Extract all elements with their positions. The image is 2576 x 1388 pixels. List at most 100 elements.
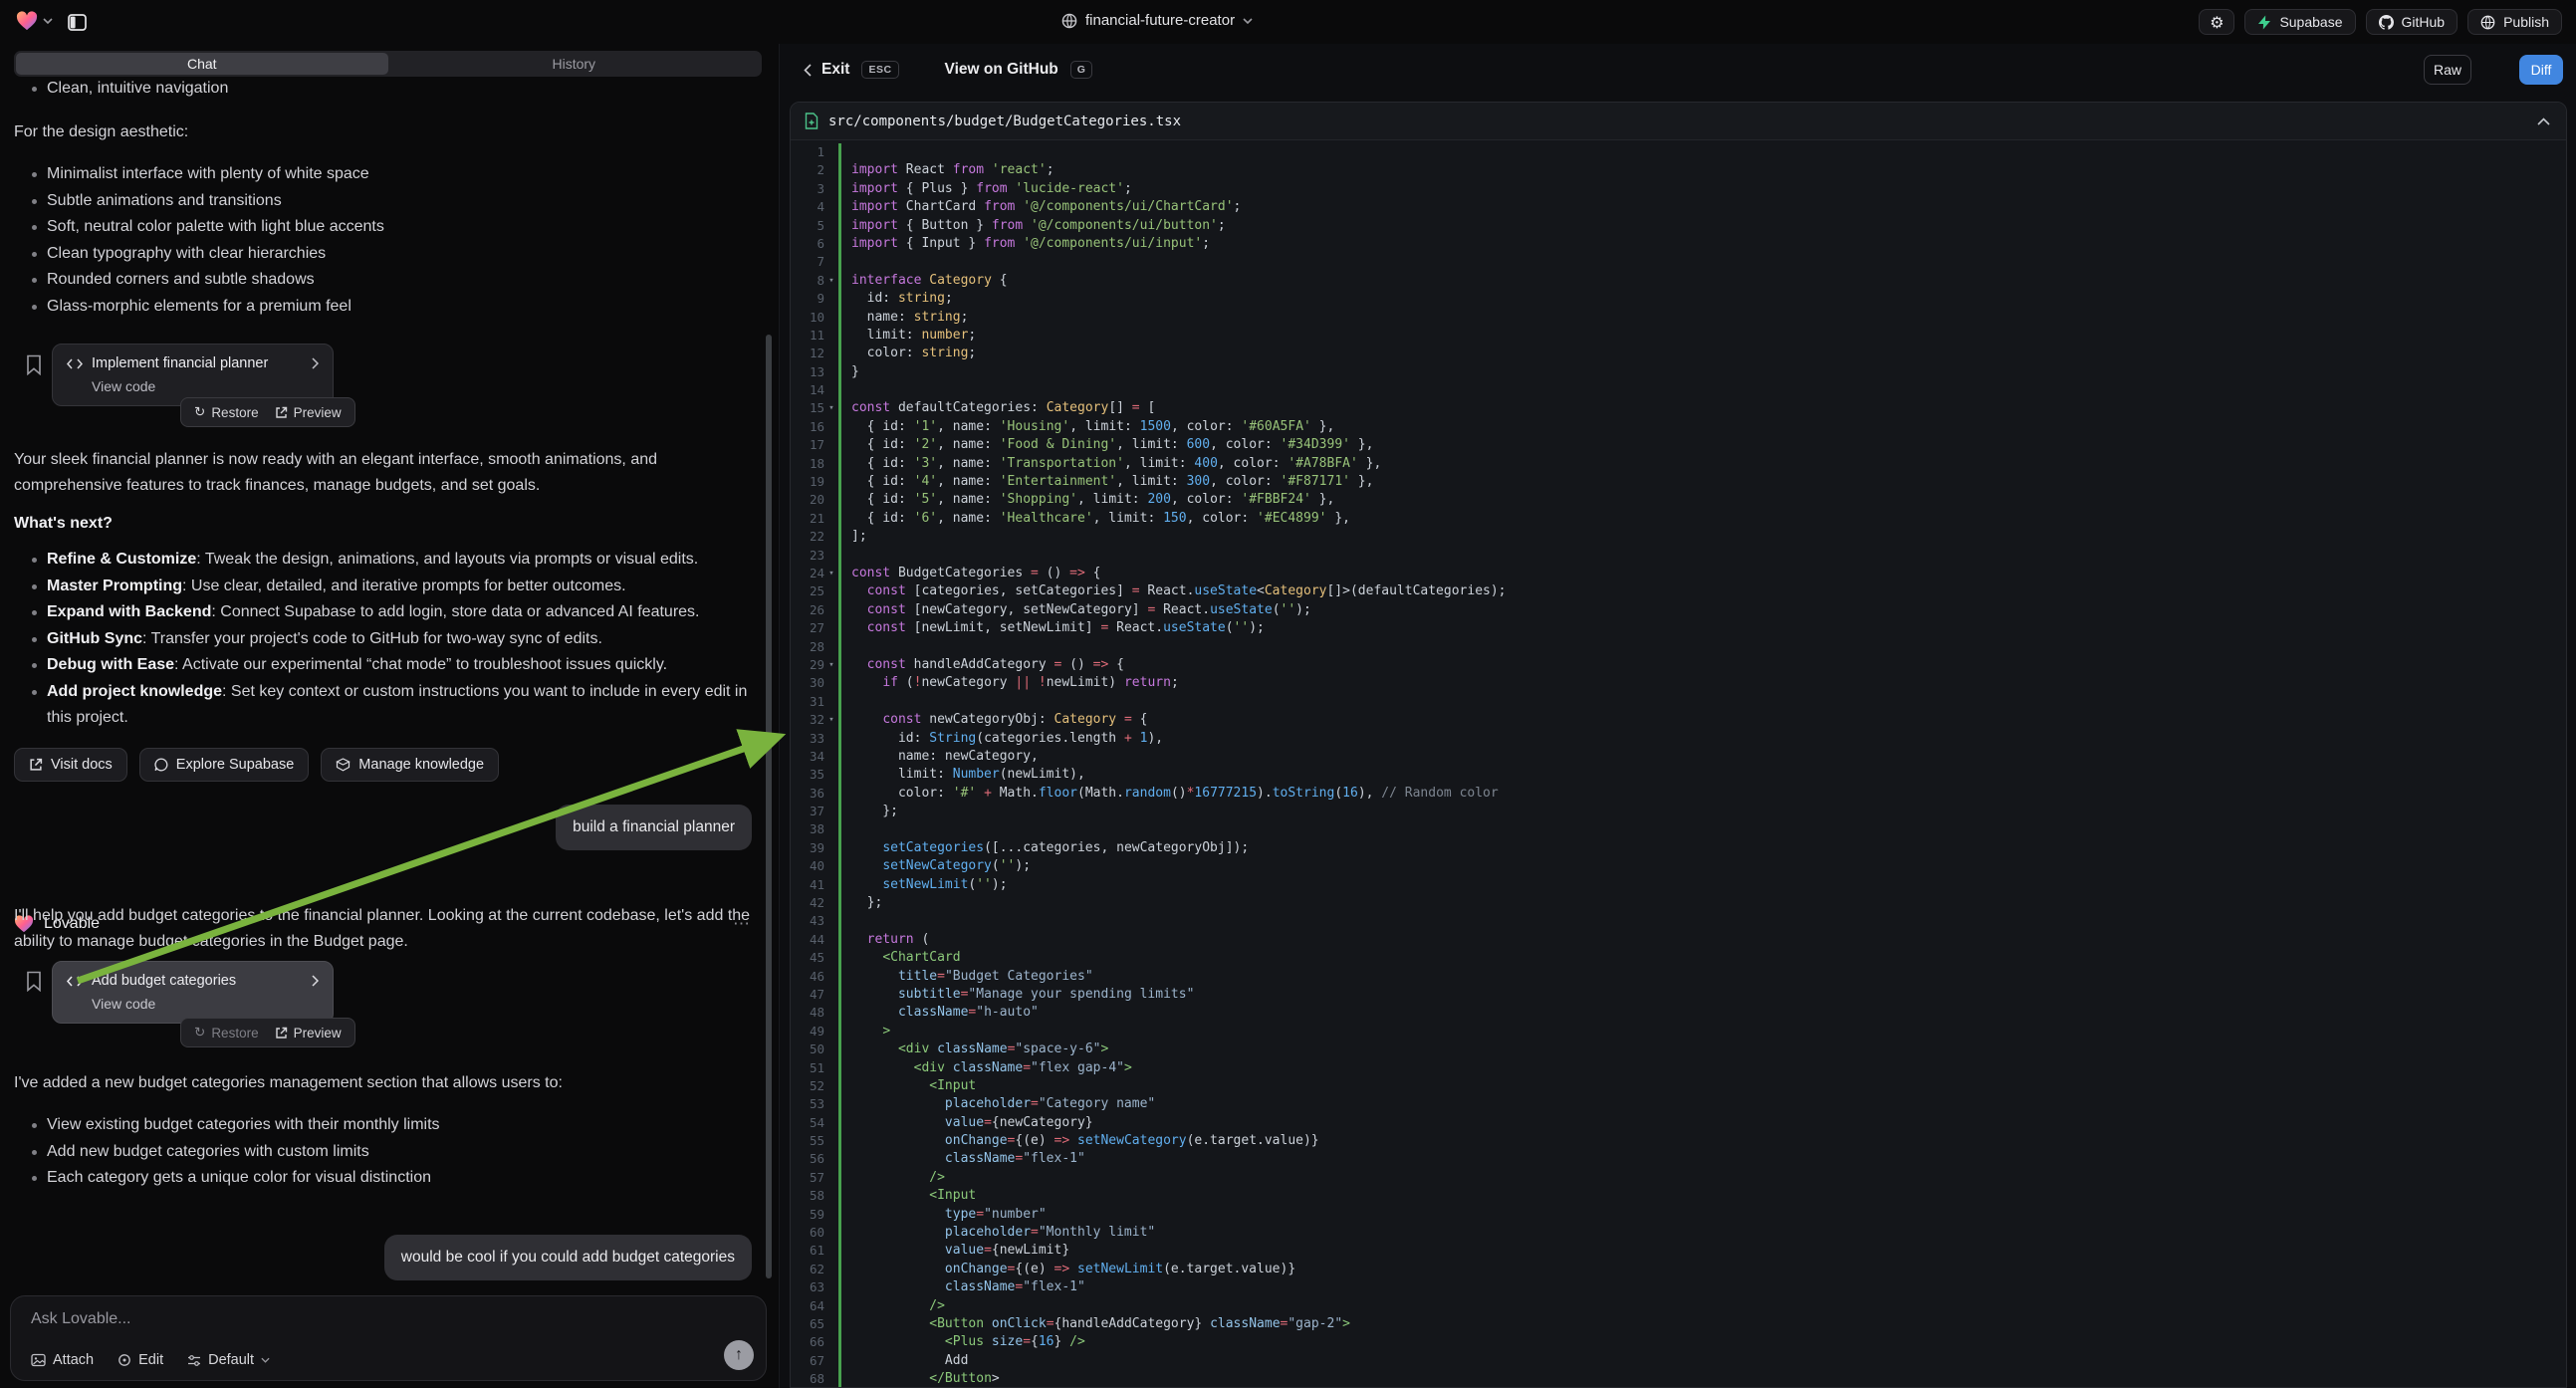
line-number: 32 — [791, 711, 824, 729]
code-text: import { Button } from '@/components/ui/… — [841, 217, 1226, 235]
composer-input[interactable]: Ask Lovable... — [31, 1310, 131, 1328]
code-line: 9 id: string; — [791, 290, 2566, 308]
code-text: subtitle="Manage your spending limits" — [841, 986, 1194, 1004]
tab-chat[interactable]: Chat — [16, 53, 388, 75]
bookmark-icon[interactable] — [26, 971, 42, 992]
fold-spacer — [824, 528, 838, 546]
line-number: 18 — [791, 455, 824, 473]
restore-button[interactable]: ↻ Restore — [194, 404, 259, 420]
fold-toggle-icon[interactable]: ▾ — [824, 656, 838, 674]
list-item: GitHub Sync: Transfer your project's cod… — [14, 626, 749, 653]
fold-spacer — [824, 1095, 838, 1113]
fold-spacer — [824, 473, 838, 491]
tab-history[interactable]: History — [388, 53, 761, 75]
github-button[interactable]: GitHub — [2366, 9, 2459, 35]
version-card-add-budget-categories[interactable]: Add budget categories View code — [52, 961, 334, 1024]
fold-toggle-icon[interactable]: ▾ — [824, 272, 838, 290]
code-text: color: '#' + Math.floor(Math.random()*16… — [841, 785, 1499, 803]
bookmark-icon[interactable] — [26, 354, 42, 375]
fold-toggle-icon[interactable]: ▾ — [824, 711, 838, 729]
raw-toggle-button[interactable]: Raw — [2424, 55, 2471, 85]
version-card-title: Add budget categories — [92, 973, 236, 989]
fold-toggle-icon[interactable]: ▾ — [824, 565, 838, 582]
publish-button[interactable]: Publish — [2467, 9, 2562, 35]
exit-button[interactable]: Exit — [821, 61, 849, 79]
code-text: setCategories([...categories, newCategor… — [841, 839, 1249, 857]
chat-bubble-icon — [154, 758, 168, 772]
line-number: 2 — [791, 161, 824, 179]
mode-select[interactable]: Default — [187, 1352, 270, 1368]
fold-spacer — [824, 455, 838, 473]
code-line: 18 { id: '3', name: 'Transportation', li… — [791, 455, 2566, 473]
line-number: 41 — [791, 876, 824, 894]
restore-button[interactable]: ↻ Restore — [194, 1025, 259, 1041]
list-item: Rounded corners and subtle shadows — [14, 267, 749, 294]
code-text: const handleAddCategory = () => { — [841, 656, 1124, 674]
project-name: financial-future-creator — [1085, 12, 1235, 29]
code-icon — [67, 976, 83, 987]
code-line: 12 color: string; — [791, 345, 2566, 362]
code-text: const BudgetCategories = () => { — [841, 565, 1100, 582]
list-item: Master Prompting: Use clear, detailed, a… — [14, 574, 749, 600]
code-editor: 12import React from 'react';3import { Pl… — [791, 140, 2566, 1388]
supabase-button[interactable]: Supabase — [2244, 9, 2355, 35]
fold-spacer — [824, 894, 838, 912]
lovable-logo-menu[interactable] — [16, 11, 53, 31]
preview-button[interactable]: Preview — [275, 405, 342, 420]
code-line: 53 placeholder="Category name" — [791, 1095, 2566, 1113]
line-number: 55 — [791, 1132, 824, 1150]
code-line: 52 <Input — [791, 1077, 2566, 1095]
code-line: 28 — [791, 638, 2566, 656]
code-text — [841, 693, 851, 711]
whats-next-heading: What's next? — [14, 515, 113, 533]
view-code-link[interactable]: View code — [92, 378, 319, 394]
project-switcher[interactable]: financial-future-creator — [1061, 12, 1253, 29]
code-line: 1 — [791, 143, 2566, 161]
file-path-bar[interactable]: src/components/budget/BudgetCategories.t… — [791, 103, 2566, 140]
whats-next-bullets: Refine & Customize: Tweak the design, an… — [14, 547, 749, 732]
code-text: } — [841, 363, 859, 381]
send-button[interactable]: ↑ — [724, 1340, 754, 1370]
code-text: > — [841, 1023, 890, 1041]
code-text: }; — [841, 803, 898, 820]
code-text: Add — [841, 1352, 968, 1370]
toggle-sidebar-button[interactable] — [62, 8, 92, 36]
code-text: <Input — [841, 1077, 976, 1095]
chat-scrollbar[interactable] — [766, 335, 772, 1278]
code-text — [841, 912, 851, 930]
view-on-github-button[interactable]: View on GitHub — [945, 61, 1058, 79]
code-line: 55 onChange={(e) => setNewCategory(e.tar… — [791, 1132, 2566, 1150]
manage-knowledge-button[interactable]: Manage knowledge — [321, 748, 499, 782]
fold-toggle-icon[interactable]: ▾ — [824, 399, 838, 417]
diff-toggle-button[interactable]: Diff — [2519, 55, 2563, 85]
list-item: Refine & Customize: Tweak the design, an… — [14, 547, 749, 574]
view-code-link[interactable]: View code — [92, 996, 319, 1012]
line-number: 59 — [791, 1206, 824, 1224]
code-line: 2import React from 'react'; — [791, 161, 2566, 179]
explore-supabase-button[interactable]: Explore Supabase — [139, 748, 310, 782]
code-line: 43 — [791, 912, 2566, 930]
code-text: { id: '1', name: 'Housing', limit: 1500,… — [841, 418, 1334, 436]
chevron-up-icon[interactable] — [2537, 117, 2550, 125]
edit-button[interactable]: Edit — [117, 1352, 163, 1368]
line-number: 16 — [791, 418, 824, 436]
code-line: 31 — [791, 693, 2566, 711]
composer[interactable]: Ask Lovable... Attach Edit — [10, 1295, 767, 1381]
code-text: <Input — [841, 1187, 976, 1205]
attach-button[interactable]: Attach — [31, 1352, 94, 1368]
knowledge-box-icon — [336, 758, 351, 772]
line-number: 60 — [791, 1224, 824, 1242]
preview-button[interactable]: Preview — [275, 1026, 342, 1041]
code-line: 6import { Input } from '@/components/ui/… — [791, 235, 2566, 253]
code-text: { id: '5', name: 'Shopping', limit: 200,… — [841, 491, 1334, 509]
settings-button[interactable]: ⚙︎ — [2199, 9, 2234, 35]
chevron-down-icon — [261, 1357, 270, 1363]
line-number: 12 — [791, 345, 824, 362]
line-number: 13 — [791, 363, 824, 381]
code-line: 60 placeholder="Monthly limit" — [791, 1224, 2566, 1242]
visit-docs-button[interactable]: Visit docs — [14, 748, 127, 782]
code-text: onChange={(e) => setNewCategory(e.target… — [841, 1132, 1319, 1150]
line-number: 46 — [791, 968, 824, 986]
chevron-down-icon — [1243, 18, 1253, 24]
code-line: 17 { id: '2', name: 'Food & Dining', lim… — [791, 436, 2566, 454]
